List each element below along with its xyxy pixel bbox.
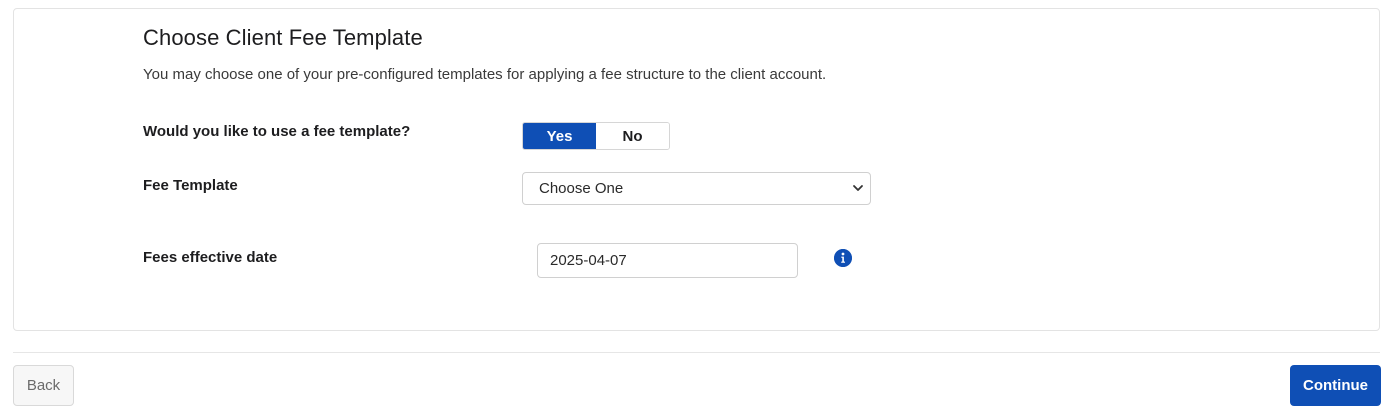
fees-effective-date-input[interactable]: 2025-04-07 [537,243,798,278]
footer-divider [13,352,1380,353]
yes-button[interactable]: Yes [523,123,596,149]
chevron-down-icon [853,185,863,191]
section-description: You may choose one of your pre-configure… [143,66,827,83]
fee-template-card [13,8,1380,331]
info-icon[interactable] [834,249,852,267]
fee-template-select[interactable]: Choose One [522,172,871,205]
use-fee-template-label: Would you like to use a fee template? [143,123,411,140]
fees-effective-date-label: Fees effective date [143,249,278,266]
fee-template-selected-value: Choose One [539,180,624,197]
fee-template-label: Fee Template [143,177,238,194]
continue-button[interactable]: Continue [1290,365,1381,406]
back-button[interactable]: Back [13,365,74,406]
use-fee-template-toggle: Yes No [522,122,670,150]
section-title: Choose Client Fee Template [143,25,423,50]
no-button[interactable]: No [596,123,669,149]
